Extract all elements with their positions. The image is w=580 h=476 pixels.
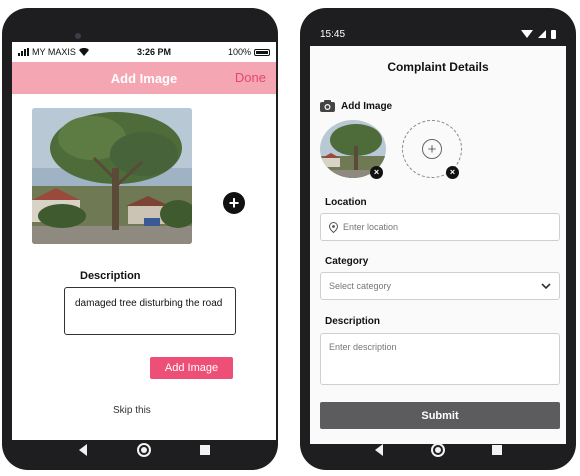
home-icon: [430, 443, 445, 457]
back-button[interactable]: [73, 440, 93, 460]
page-title: Complaint Details: [387, 60, 489, 74]
add-image-label: Add Image: [341, 100, 393, 112]
status-bar: 15:45: [310, 22, 566, 46]
camera-icon: [320, 100, 335, 112]
system-navbar: [310, 436, 566, 464]
status-time: 15:45: [320, 28, 346, 40]
done-button[interactable]: Done: [235, 70, 266, 85]
back-button[interactable]: [369, 440, 389, 460]
plus-icon: +: [422, 139, 442, 159]
home-button[interactable]: [134, 440, 154, 460]
status-bar: MY MAXIS 3:26 PM 100%: [12, 42, 276, 62]
description-label: Description: [80, 270, 141, 282]
category-placeholder: Select category: [329, 281, 392, 291]
home-icon: [136, 443, 151, 457]
wifi-icon: [521, 30, 533, 38]
chevron-down-icon: [541, 282, 551, 289]
header-bar: Add Image Done: [12, 62, 276, 94]
signal-icon: [538, 30, 546, 38]
remove-image-button[interactable]: ×: [370, 166, 383, 179]
home-button[interactable]: [428, 440, 448, 460]
status-icons: [521, 29, 556, 39]
submit-button[interactable]: Submit: [320, 402, 560, 429]
back-icon: [375, 444, 384, 456]
category-label: Category: [325, 256, 369, 267]
system-navbar: [12, 436, 276, 464]
recents-icon: [491, 445, 502, 455]
status-time: 3:26 PM: [136, 47, 171, 57]
stage: MY MAXIS 3:26 PM 100% Add Image Done + D…: [0, 0, 580, 476]
skip-link[interactable]: Skip this: [113, 405, 151, 416]
recents-button[interactable]: [195, 440, 215, 460]
battery-label: 100%: [227, 47, 251, 57]
location-pin-icon: [329, 221, 338, 233]
signal-icon: [18, 48, 29, 56]
description-label: Description: [325, 316, 381, 327]
back-icon: [78, 444, 87, 456]
right-phone: 15:45 Complaint Details Add Image × + × …: [300, 8, 576, 470]
right-screen: 15:45 Complaint Details Add Image × + × …: [310, 22, 566, 444]
battery-icon: [254, 48, 270, 56]
battery-icon: [551, 29, 556, 39]
add-photo-button[interactable]: +: [223, 192, 245, 214]
battery-status: 100%: [220, 47, 270, 57]
recents-icon: [200, 445, 211, 455]
remove-placeholder-button[interactable]: ×: [446, 166, 459, 179]
recents-button[interactable]: [487, 440, 507, 460]
carrier-label: MY MAXIS: [32, 47, 76, 57]
left-screen: MY MAXIS 3:26 PM 100% Add Image Done + D…: [12, 42, 276, 440]
add-image-button[interactable]: Add Image: [150, 357, 233, 379]
left-phone: MY MAXIS 3:26 PM 100% Add Image Done + D…: [2, 8, 278, 470]
plus-icon: +: [228, 193, 240, 213]
location-field[interactable]: Enter location: [320, 213, 560, 241]
description-input[interactable]: damaged tree disturbing the road: [64, 287, 236, 335]
category-select[interactable]: Select category: [320, 272, 560, 300]
add-image-row[interactable]: Add Image: [320, 100, 392, 112]
description-input[interactable]: Enter description: [320, 333, 560, 385]
page-title: Add Image: [110, 70, 178, 86]
front-camera: [75, 33, 81, 39]
close-icon: ×: [449, 167, 456, 177]
uploaded-photo: [32, 108, 192, 244]
location-placeholder: Enter location: [343, 222, 399, 232]
location-label: Location: [325, 197, 367, 208]
description-placeholder: Enter description: [329, 342, 397, 352]
close-icon: ×: [373, 167, 380, 177]
